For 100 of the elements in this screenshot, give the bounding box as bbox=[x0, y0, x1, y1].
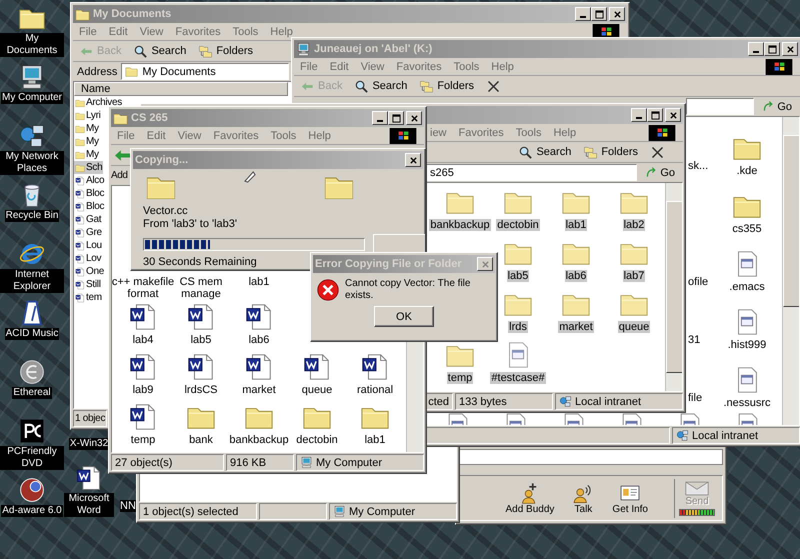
list-item[interactable]: My bbox=[74, 135, 100, 148]
menu-item[interactable]: Tools bbox=[454, 60, 480, 72]
list-item[interactable]: Bloc bbox=[74, 200, 106, 213]
folder-view-item[interactable]: lrdsCS bbox=[172, 352, 230, 402]
minimize-button[interactable] bbox=[372, 111, 388, 125]
folder-view-item[interactable]: temp bbox=[431, 340, 489, 391]
maximize-button[interactable] bbox=[388, 111, 404, 125]
menu-item[interactable]: View bbox=[360, 60, 384, 72]
menu-item[interactable]: Edit bbox=[146, 130, 166, 142]
list-item[interactable]: Lov bbox=[74, 252, 102, 265]
folder-view-item[interactable]: lab4 bbox=[114, 302, 172, 352]
list-item[interactable]: Gre bbox=[74, 226, 103, 239]
menu-item[interactable]: Tools bbox=[232, 26, 258, 38]
desktop-shortcut[interactable]: Microsoft Word bbox=[64, 464, 114, 517]
toolbar-button[interactable]: Search bbox=[516, 144, 574, 160]
scrollbar[interactable] bbox=[782, 117, 799, 425]
menu-item[interactable]: iew bbox=[430, 126, 447, 138]
minimize-button[interactable] bbox=[748, 42, 764, 56]
list-item[interactable]: tem bbox=[74, 291, 103, 304]
folder-view-item[interactable]: market bbox=[230, 352, 288, 402]
address-field[interactable] bbox=[686, 98, 754, 115]
list-item[interactable]: My bbox=[74, 122, 100, 135]
folder-view-item[interactable]: .kde bbox=[718, 133, 776, 177]
menu-item[interactable]: View bbox=[140, 26, 164, 38]
list-item[interactable]: One bbox=[74, 265, 106, 278]
list-item[interactable]: Gat bbox=[74, 213, 102, 226]
menu-item[interactable]: View bbox=[178, 130, 202, 142]
address-field[interactable]: s265 bbox=[426, 164, 638, 181]
folder-view-item[interactable]: bank bbox=[172, 402, 230, 452]
folder-view-item[interactable]: lab2 bbox=[605, 187, 663, 238]
folder-view-item[interactable]: lab1 bbox=[547, 187, 605, 238]
menu-item[interactable]: Edit bbox=[330, 60, 349, 72]
desktop-shortcut[interactable]: ACID Music bbox=[0, 297, 64, 356]
toolbar-button[interactable]: Folders bbox=[581, 144, 640, 160]
column-header[interactable]: Name bbox=[74, 82, 288, 96]
minimize-button[interactable] bbox=[575, 7, 591, 21]
go-button[interactable]: Go bbox=[641, 166, 679, 179]
desktop-shortcut[interactable]: X-Win32 bbox=[68, 438, 110, 450]
scrollbar[interactable] bbox=[665, 183, 682, 391]
menu-item[interactable]: Favorites bbox=[458, 126, 504, 138]
folder-view-item[interactable]: bankbackup bbox=[230, 402, 288, 452]
ok-button[interactable]: OK bbox=[374, 306, 434, 327]
delete-icon[interactable] bbox=[488, 80, 500, 92]
toolbar-button[interactable]: Get Info bbox=[612, 482, 648, 514]
desktop-shortcut[interactable]: My Computer bbox=[0, 61, 64, 120]
menu-item[interactable]: Help bbox=[270, 26, 293, 38]
list-item[interactable]: Sch bbox=[74, 161, 104, 174]
menu-item[interactable]: File bbox=[79, 26, 97, 38]
list-item[interactable]: Archives bbox=[74, 96, 123, 109]
folder-view-item[interactable]: .hist999 bbox=[718, 307, 776, 351]
maximize-button[interactable] bbox=[764, 42, 780, 56]
desktop-shortcut[interactable]: My Network Places bbox=[0, 120, 64, 179]
menu-item[interactable]: Tools bbox=[516, 126, 542, 138]
folder-view-item[interactable]: queue bbox=[288, 352, 346, 402]
minimize-button[interactable] bbox=[631, 108, 647, 122]
desktop-shortcut[interactable]: Ad-aware 6.0 bbox=[0, 474, 64, 533]
desktop-shortcut[interactable]: My Documents bbox=[0, 2, 64, 61]
folder-view-item[interactable]: lab9 bbox=[114, 352, 172, 402]
close-button[interactable] bbox=[405, 153, 421, 167]
folder-view-item[interactable]: rational bbox=[346, 352, 404, 402]
folder-view-item[interactable]: lab6 bbox=[230, 302, 288, 352]
toolbar-button[interactable]: Search bbox=[131, 44, 188, 58]
maximize-button[interactable] bbox=[647, 108, 663, 122]
menu-item[interactable]: File bbox=[300, 60, 318, 72]
folder-view-item[interactable]: dectobin bbox=[489, 187, 547, 238]
toolbar-button[interactable]: Talk bbox=[572, 482, 594, 514]
folder-view-item[interactable]: temp bbox=[114, 402, 172, 452]
folder-view-item[interactable]: CS mem manage bbox=[172, 276, 230, 302]
folder-view-item[interactable]: cs355 bbox=[718, 191, 776, 235]
go-button[interactable]: Go bbox=[758, 100, 796, 113]
close-button[interactable] bbox=[609, 7, 625, 21]
list-item[interactable]: Lyri bbox=[74, 109, 102, 122]
folder-view-item[interactable]: lab5 bbox=[172, 302, 230, 352]
folder-view-item[interactable]: lab7 bbox=[605, 238, 663, 289]
desktop-shortcut[interactable]: PCFriendly DVD bbox=[0, 415, 64, 474]
folder-view-item[interactable]: .emacs bbox=[718, 249, 776, 293]
list-item[interactable]: Still bbox=[74, 278, 102, 291]
list-item[interactable]: My bbox=[74, 148, 100, 161]
folder-view-item[interactable]: bankbackup bbox=[431, 187, 489, 238]
menu-item[interactable]: Favorites bbox=[396, 60, 442, 72]
menu-item[interactable]: Edit bbox=[108, 26, 128, 38]
delete-icon[interactable] bbox=[652, 146, 663, 158]
toolbar-button[interactable]: Search bbox=[352, 78, 410, 94]
folder-view-item[interactable]: dectobin bbox=[288, 402, 346, 452]
close-button[interactable] bbox=[406, 111, 422, 125]
address-field[interactable]: My Documents bbox=[121, 63, 290, 80]
desktop-shortcut[interactable]: Ethereal bbox=[0, 356, 64, 415]
toolbar-button[interactable]: Add Buddy bbox=[505, 482, 554, 514]
folder-view-item[interactable]: queue bbox=[605, 289, 663, 340]
list-item[interactable]: Lou bbox=[74, 239, 103, 252]
close-button[interactable] bbox=[665, 108, 681, 122]
menu-item[interactable]: Favorites bbox=[213, 130, 259, 142]
list-item[interactable]: Bloc bbox=[74, 187, 106, 200]
list-item[interactable]: Alco bbox=[74, 174, 106, 187]
toolbar-button[interactable]: Folders bbox=[196, 44, 256, 58]
folder-view-item[interactable]: lab1 bbox=[346, 402, 404, 452]
menu-item[interactable]: Help bbox=[491, 60, 514, 72]
menu-item[interactable]: Help bbox=[553, 126, 576, 138]
message-area[interactable] bbox=[459, 449, 723, 465]
desktop-shortcut[interactable]: Recycle Bin bbox=[0, 179, 64, 238]
